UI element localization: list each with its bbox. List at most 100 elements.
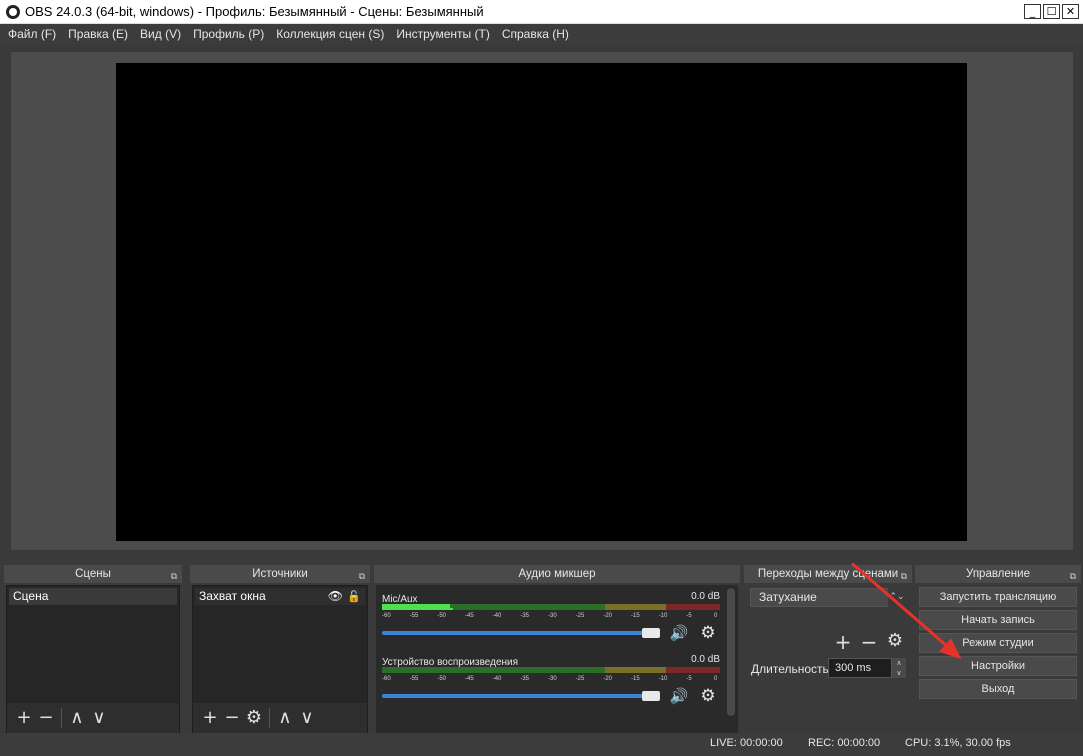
- move-source-up-button[interactable]: ∧: [274, 707, 296, 729]
- scenes-dock-title: Сцены: [75, 568, 111, 580]
- sources-toolbar: + − ⚙ ∧ ∨: [193, 703, 367, 733]
- rec-timer: REC: 00:00:00: [808, 737, 881, 749]
- maximize-button[interactable]: ☐: [1043, 4, 1060, 19]
- menu-file[interactable]: Файл (F): [2, 27, 62, 41]
- db-scale-label: -30: [548, 613, 557, 619]
- volume-slider[interactable]: [382, 631, 660, 635]
- settings-button[interactable]: Настройки: [919, 656, 1077, 676]
- mixer-channel: Устройство воспроизведения 0.0 dB -60 -55…: [382, 654, 720, 706]
- lock-icon[interactable]: 🔓: [347, 588, 361, 605]
- db-scale-label: -30: [548, 676, 557, 682]
- float-icon[interactable]: ⧉: [171, 568, 177, 586]
- volume-meter: [382, 608, 720, 610]
- menu-help[interactable]: Справка (H): [496, 27, 575, 41]
- db-scale-label: -45: [465, 676, 474, 682]
- transitions-dock-title: Переходы между сценами: [757, 568, 899, 580]
- eye-icon[interactable]: 👁: [328, 588, 343, 605]
- transitions-dock: Переходы между сценами ⧉ Затухание ⌃⌄ + …: [744, 565, 912, 736]
- scenes-list: Сцена + − ∧ ∨: [6, 585, 180, 734]
- scenes-dock-header: Сцены ⧉: [4, 565, 182, 583]
- float-icon[interactable]: ⧉: [1070, 568, 1076, 586]
- move-scene-down-button[interactable]: ∨: [88, 707, 110, 729]
- db-scale: -60 -55 -50 -45 -40 -35 -30 -25 -20 -15 -10 -5 0: [382, 611, 720, 621]
- db-scale-label: -45: [465, 613, 474, 619]
- add-transition-button[interactable]: +: [832, 630, 854, 654]
- channel-db: 0.0 dB: [691, 654, 720, 665]
- db-scale-label: 0: [714, 613, 718, 619]
- obs-logo-icon: [6, 4, 20, 19]
- db-scale-label: -25: [575, 613, 585, 619]
- source-item[interactable]: Захват окна 👁 🔓: [195, 588, 365, 605]
- source-properties-button[interactable]: ⚙: [243, 707, 265, 729]
- controls-dock-title: Управление: [966, 568, 1030, 580]
- transition-properties-button[interactable]: ⚙: [884, 630, 906, 651]
- volume-slider[interactable]: [382, 694, 660, 698]
- sources-dock: Источники ⧉ Захват окна 👁 🔓 + − ⚙ ∧ ∨: [190, 565, 370, 736]
- gear-icon[interactable]: ⚙: [698, 687, 718, 705]
- duration-input[interactable]: 300 ms: [828, 658, 892, 678]
- remove-scene-button[interactable]: −: [35, 707, 57, 729]
- controls-body: Запустить трансляцию Начать запись Режим…: [917, 585, 1079, 734]
- window-title: OBS 24.0.3 (64-bit, windows) - Профиль: …: [25, 4, 484, 19]
- mixer-dock-title: Аудио микшер: [518, 568, 596, 580]
- remove-source-button[interactable]: −: [221, 707, 243, 729]
- channel-db: 0.0 dB: [691, 591, 720, 602]
- close-button[interactable]: ✕: [1062, 4, 1079, 19]
- start-recording-button[interactable]: Начать запись: [919, 610, 1077, 630]
- audio-mixer-dock: Аудио микшер Mic/Aux 0.0 dB -60 -55 -50 -45…: [374, 565, 740, 736]
- duration-down-button[interactable]: ∨: [892, 668, 906, 678]
- db-scale-label: 0: [714, 676, 718, 682]
- sources-list: Захват окна 👁 🔓 + − ⚙ ∧ ∨: [192, 585, 368, 734]
- speaker-icon[interactable]: 🔊: [669, 624, 689, 642]
- db-scale: -60 -55 -50 -45 -40 -35 -30 -25 -20 -15 -10 -5 0: [382, 674, 720, 684]
- db-scale-label: -40: [492, 676, 502, 682]
- minimize-button[interactable]: _: [1024, 4, 1041, 19]
- duration-up-button[interactable]: ∧: [892, 658, 906, 668]
- menu-profile[interactable]: Профиль (P): [187, 27, 270, 41]
- live-timer: LIVE: 00:00:00: [710, 737, 783, 749]
- db-scale-label: -60: [382, 613, 391, 619]
- db-scale-label: -25: [575, 676, 585, 682]
- db-scale-label: -40: [492, 613, 502, 619]
- float-icon[interactable]: ⧉: [901, 568, 907, 586]
- transitions-dock-header: Переходы между сценами ⧉: [744, 565, 912, 583]
- scene-item[interactable]: Сцена: [9, 588, 177, 605]
- mixer-scrollbar[interactable]: [727, 588, 735, 716]
- exit-button[interactable]: Выход: [919, 679, 1077, 699]
- sources-dock-header: Источники ⧉: [190, 565, 370, 583]
- move-source-down-button[interactable]: ∨: [296, 707, 318, 729]
- db-scale-label: -20: [603, 613, 612, 619]
- add-scene-button[interactable]: +: [13, 707, 35, 729]
- window-controls: _ ☐ ✕: [1024, 4, 1079, 19]
- mixer-channel: Mic/Aux 0.0 dB -60 -55 -50 -45 -40 -35 -30 -25-…: [382, 591, 720, 643]
- menu-view[interactable]: Вид (V): [134, 27, 187, 41]
- db-scale-label: -50: [437, 676, 446, 682]
- preview-canvas[interactable]: [116, 63, 967, 541]
- transition-select-value: Затухание: [759, 590, 817, 604]
- add-source-button[interactable]: +: [199, 707, 221, 729]
- title-bar: OBS 24.0.3 (64-bit, windows) - Профиль: …: [0, 0, 1083, 24]
- remove-transition-button[interactable]: −: [858, 630, 880, 654]
- duration-label: Длительность: [751, 662, 829, 676]
- db-scale-label: -15: [631, 676, 640, 682]
- menu-bar: Файл (F) Правка (E) Вид (V) Профиль (P) …: [0, 24, 1083, 44]
- float-icon[interactable]: ⧉: [359, 568, 365, 586]
- menu-edit[interactable]: Правка (E): [62, 27, 134, 41]
- mixer-body: Mic/Aux 0.0 dB -60 -55 -50 -45 -40 -35 -30 -25-…: [376, 585, 738, 734]
- volume-slider-handle[interactable]: [642, 691, 660, 701]
- move-scene-up-button[interactable]: ∧: [66, 707, 88, 729]
- db-scale-label: -55: [409, 676, 419, 682]
- sources-dock-title: Источники: [252, 568, 308, 580]
- scenes-dock: Сцены ⧉ Сцена + − ∧ ∨: [4, 565, 182, 736]
- gear-icon[interactable]: ⚙: [698, 624, 718, 642]
- start-streaming-button[interactable]: Запустить трансляцию: [919, 587, 1077, 607]
- db-scale-label: -5: [686, 613, 692, 619]
- db-scale-label: -20: [603, 676, 612, 682]
- db-scale-label: -10: [658, 613, 668, 619]
- speaker-icon[interactable]: 🔊: [669, 687, 689, 705]
- menu-tools[interactable]: Инструменты (T): [390, 27, 495, 41]
- volume-slider-handle[interactable]: [642, 628, 660, 638]
- mixer-dock-header: Аудио микшер: [374, 565, 740, 583]
- menu-scene-collection[interactable]: Коллекция сцен (S): [270, 27, 390, 41]
- db-scale-label: -15: [631, 613, 640, 619]
